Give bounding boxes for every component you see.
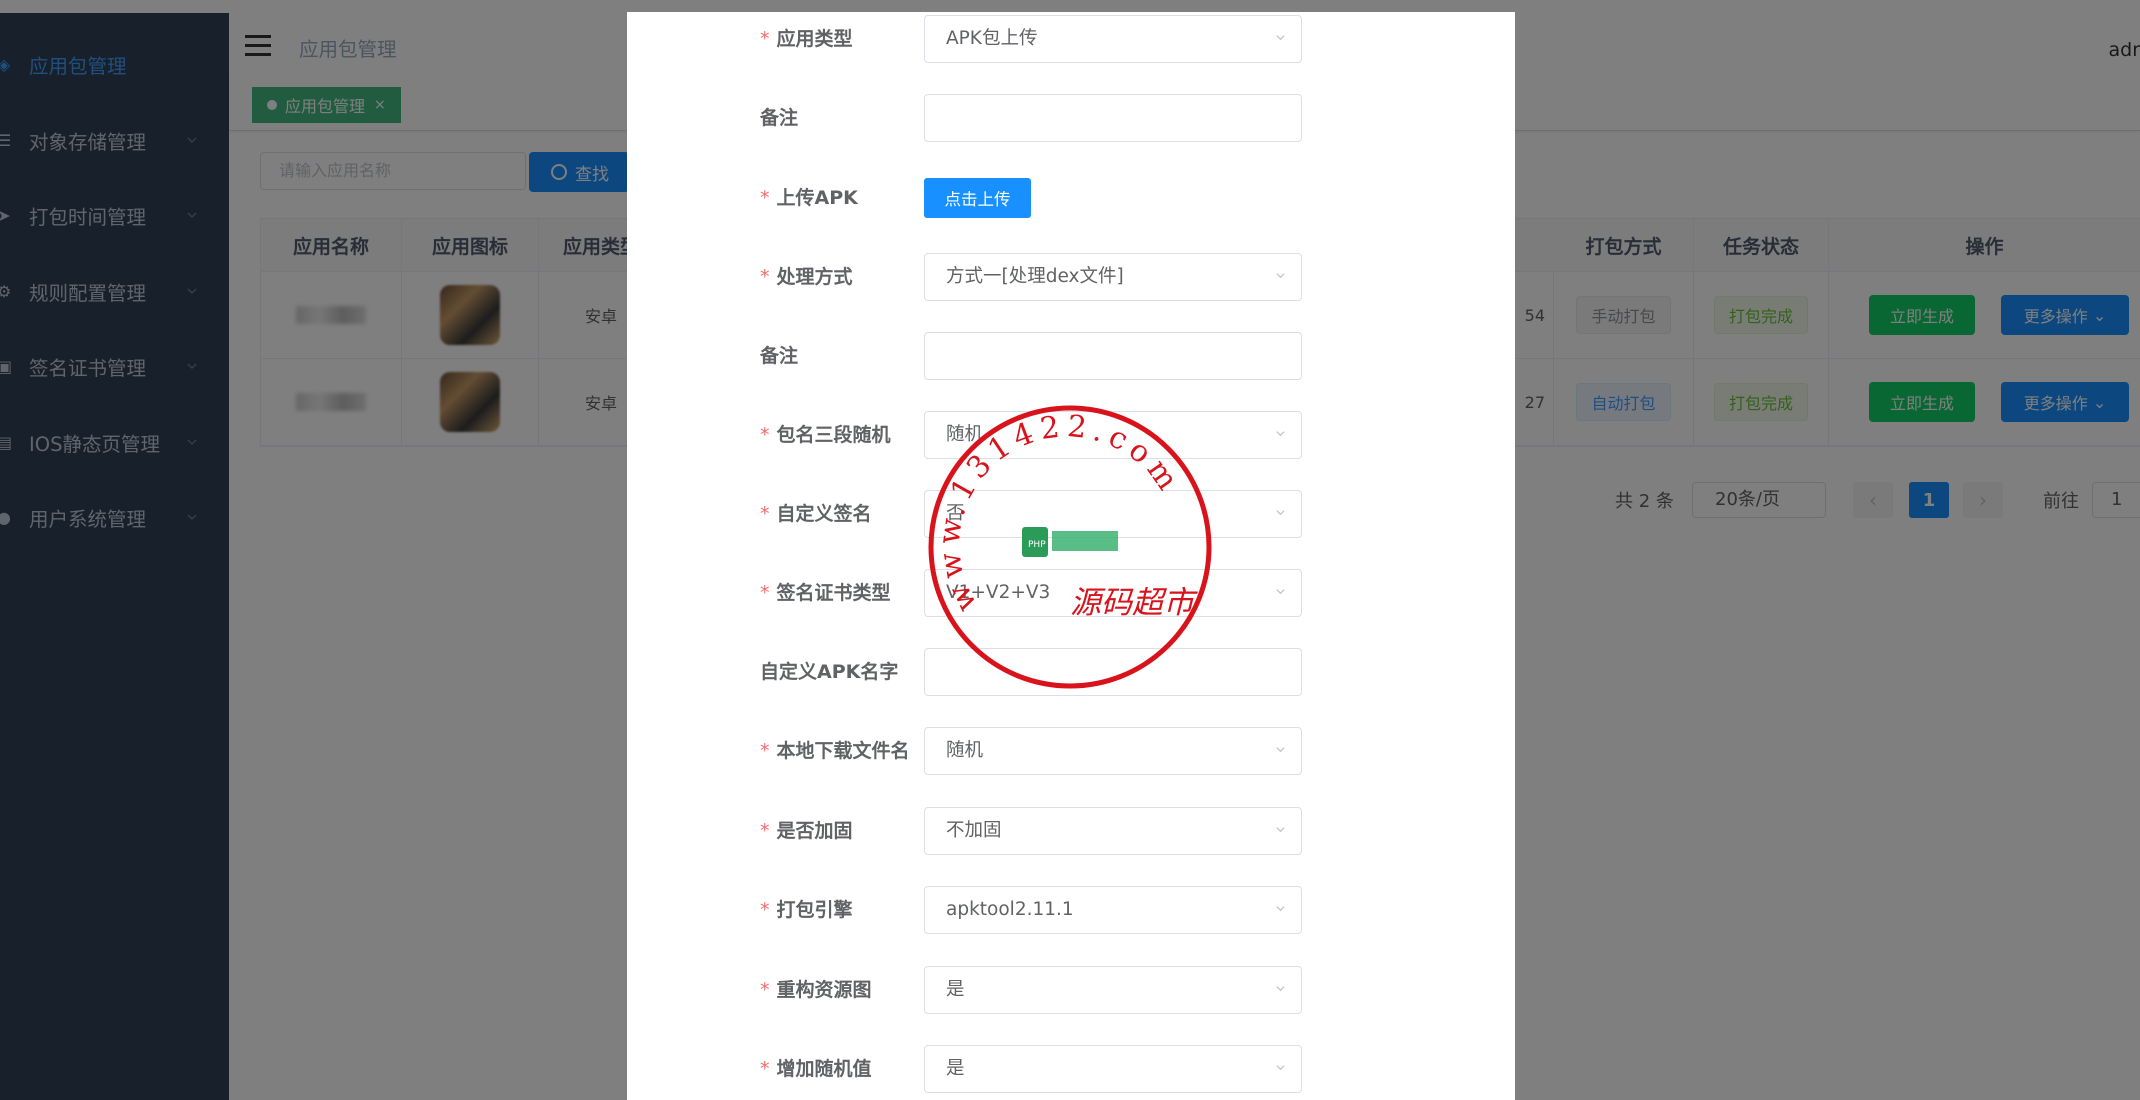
form-label: 备注 [760,107,799,129]
label-text: 打包引擎 [776,899,853,921]
add-random-select[interactable]: 是 [924,1045,1302,1093]
label-text: 增加随机值 [776,1058,872,1080]
chevron-down-icon [1276,273,1285,279]
select-value: 随机 [946,740,984,761]
select-value: 方式一[处理dex文件] [946,266,1124,287]
form-row-harden: * 是否加固 不加固 [627,806,1515,856]
select-value: 是 [946,979,965,1000]
chevron-down-icon [1276,35,1285,41]
label-text: 本地下载文件名 [776,740,910,762]
label-text: 包名三段随机 [776,424,891,446]
required-mark: * [760,503,770,525]
form-label: * 上传APK [760,173,858,223]
form-row-rebuild-resources: * 重构资源图 是 [627,965,1515,1015]
remark-input[interactable] [924,94,1302,142]
watermark-stamp: www.131422.com PHP 源码超市 [928,405,1212,689]
label-text: 处理方式 [776,266,853,288]
chevron-down-icon [1276,747,1285,753]
label-text: 应用类型 [776,28,853,50]
required-mark: * [760,28,770,50]
form-row-download-filename: * 本地下载文件名 随机 [627,726,1515,776]
select-value: 是 [946,1058,965,1079]
form-row-upload-apk: * 上传APK 点击上传 [627,173,1515,223]
form-label: * 重构资源图 [760,965,872,1015]
svg-text:PHP: PHP [1028,540,1046,550]
form-row-pack-engine: * 打包引擎 apktool2.11.1 [627,885,1515,935]
form-label: * 增加随机值 [760,1044,872,1094]
chevron-down-icon [1276,510,1285,516]
chevron-down-icon [1276,827,1285,833]
form-label: * 自定义签名 [760,489,872,539]
form-label: * 包名三段随机 [760,410,891,460]
form-row-remark-2: 备注 [627,331,1515,381]
required-mark: * [760,266,770,288]
form-label: * 处理方式 [760,252,853,302]
harden-select[interactable]: 不加固 [924,807,1302,855]
form-row-add-random: * 增加随机值 是 [627,1044,1515,1094]
required-mark: * [760,820,770,842]
form-row-remark-1: 备注 [627,93,1515,143]
required-mark: * [760,899,770,921]
app-type-select[interactable]: APK包上传 [924,15,1302,63]
select-value: apktool2.11.1 [946,899,1074,920]
form-label: * 打包引擎 [760,885,853,935]
label-text: 上传APK [776,187,858,209]
form-label: 备注 [760,345,799,367]
required-mark: * [760,582,770,604]
form-label: * 是否加固 [760,806,853,856]
chevron-down-icon [1276,431,1285,437]
form-label: * 签名证书类型 [760,568,891,618]
rebuild-resources-select[interactable]: 是 [924,966,1302,1014]
required-mark: * [760,1058,770,1080]
required-mark: * [760,424,770,446]
label-text: 自定义签名 [776,503,872,525]
required-mark: * [760,979,770,1001]
remark-input[interactable] [924,332,1302,380]
pack-engine-select[interactable]: apktool2.11.1 [924,886,1302,934]
chevron-down-icon [1276,986,1285,992]
upload-button[interactable]: 点击上传 [924,178,1031,218]
label-text: 重构资源图 [776,979,872,1001]
chevron-down-icon [1276,906,1285,912]
select-value: APK包上传 [946,28,1038,49]
form-label: * 本地下载文件名 [760,726,910,776]
process-mode-select[interactable]: 方式一[处理dex文件] [924,253,1302,301]
label-text: 签名证书类型 [776,582,891,604]
required-mark: * [760,187,770,209]
form-row-process-mode: * 处理方式 方式一[处理dex文件] [627,252,1515,302]
svg-text:源码超市: 源码超市 [1070,585,1198,621]
required-mark: * [760,740,770,762]
label-text: 是否加固 [776,820,853,842]
chevron-down-icon [1276,1065,1285,1071]
select-value: 不加固 [946,820,1002,841]
form-row-app-type: * 应用类型 APK包上传 [627,14,1515,64]
download-filename-select[interactable]: 随机 [924,727,1302,775]
form-label: * 应用类型 [760,14,853,64]
form-label: 自定义APK名字 [760,661,899,683]
chevron-down-icon [1276,589,1285,595]
